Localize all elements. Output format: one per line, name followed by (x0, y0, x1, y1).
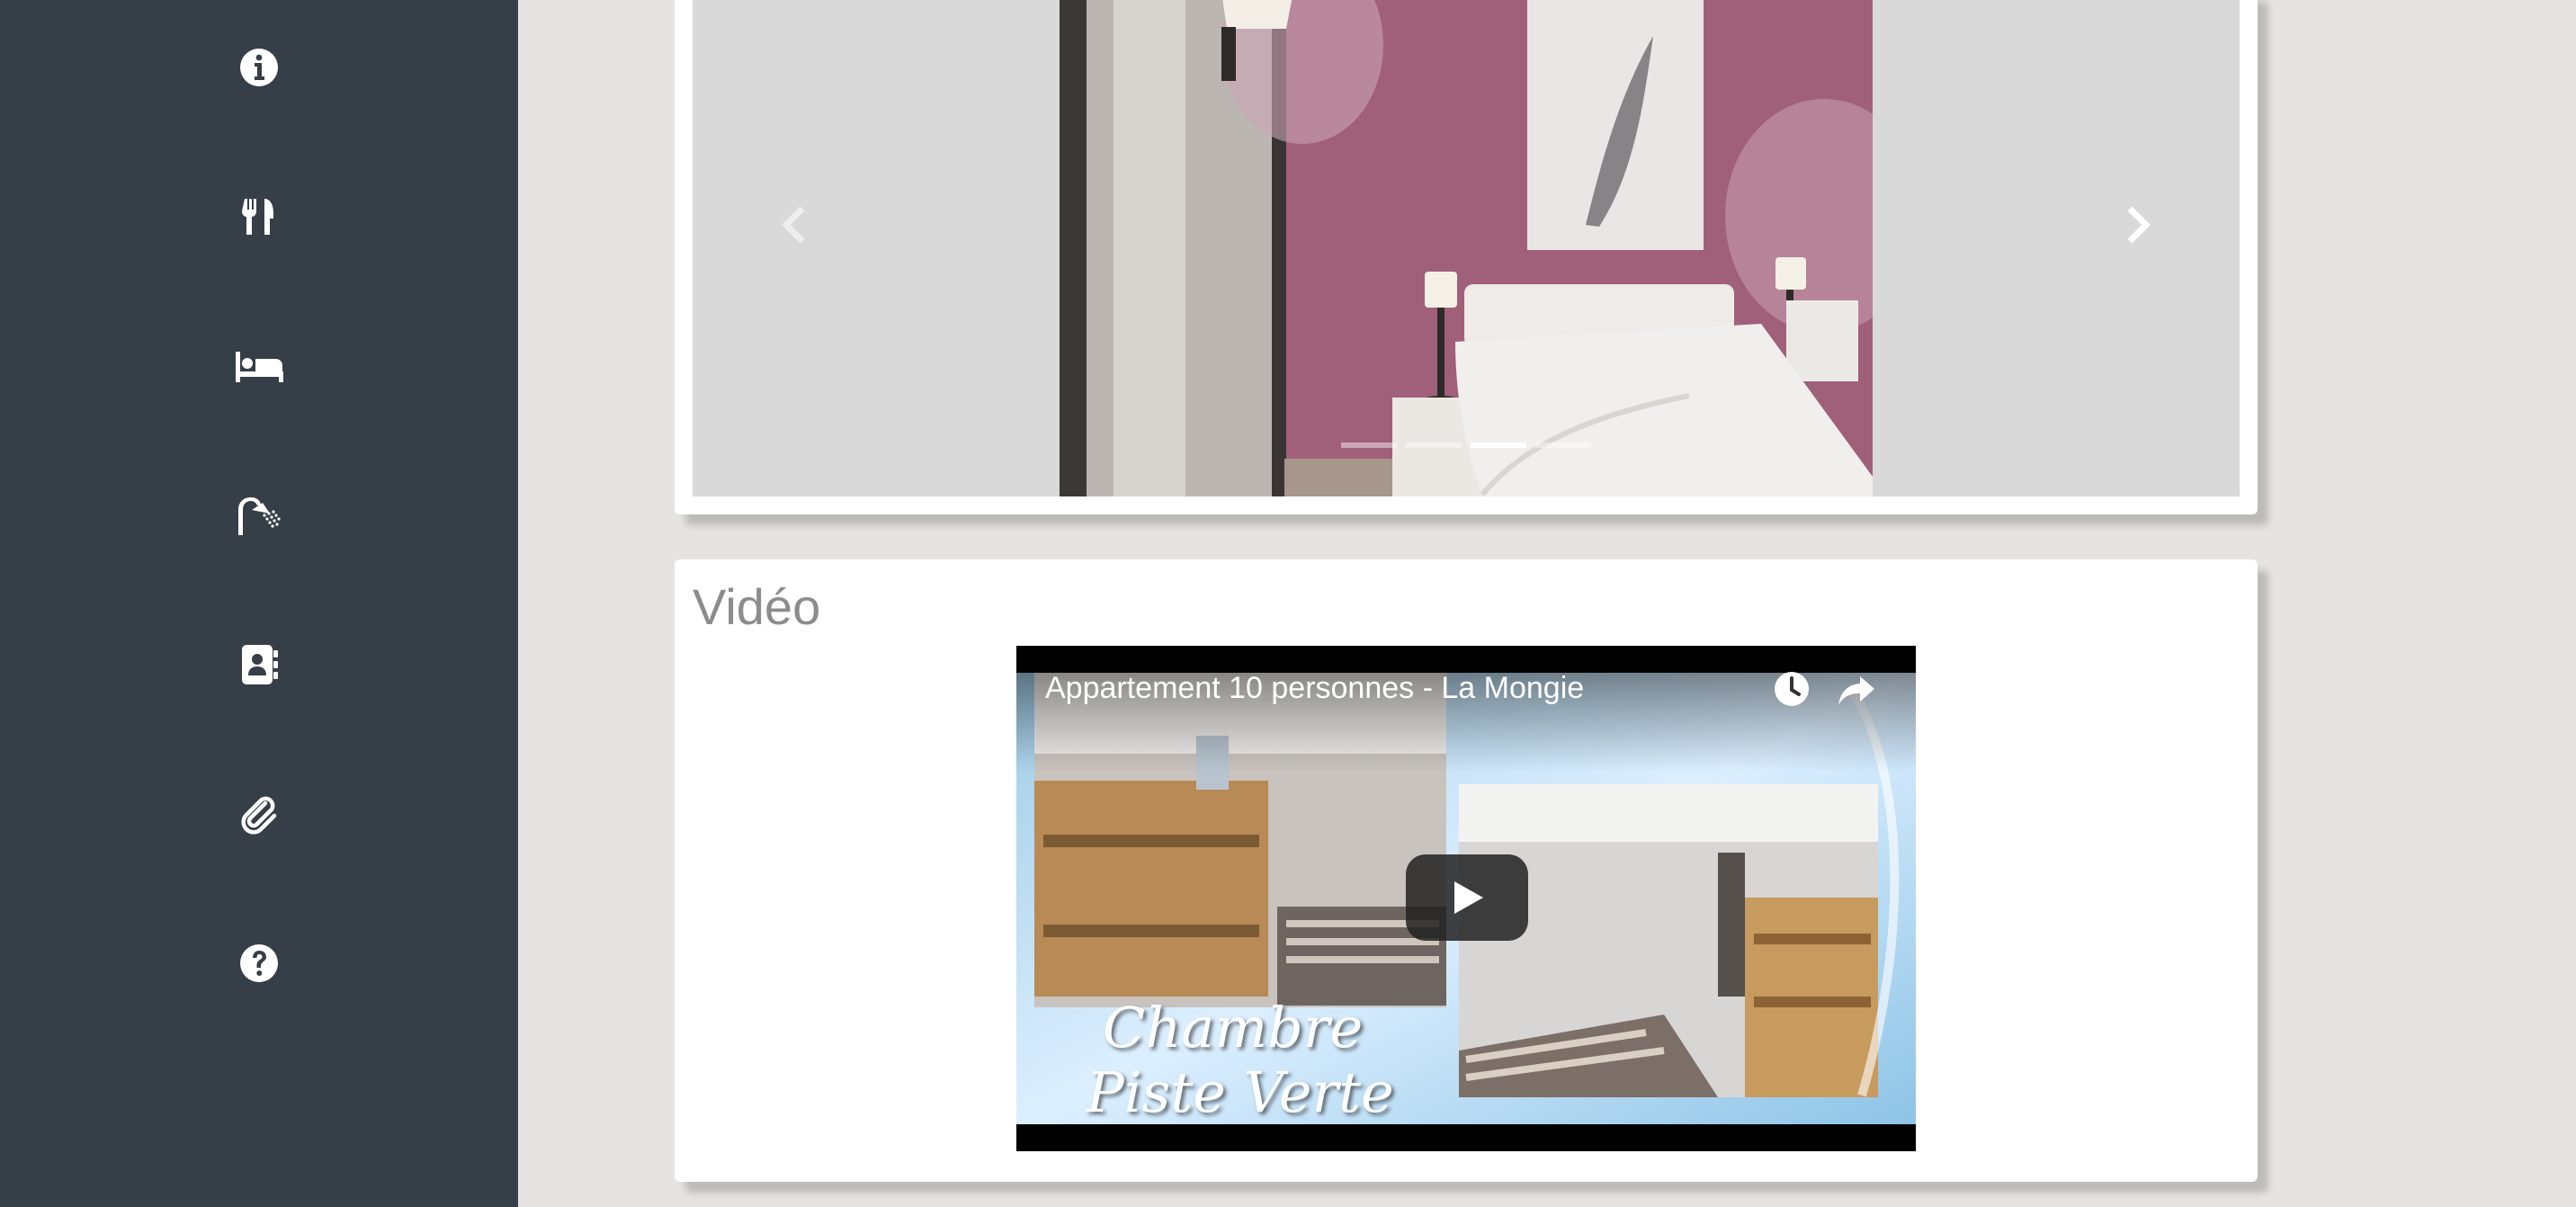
paperclip-icon (241, 796, 277, 835)
share-icon (1838, 676, 1874, 705)
video-card: Vidéo Appartement 10 personnes - La Mong… (675, 559, 2258, 1182)
bedroom-photo (1060, 0, 1873, 496)
carousel-indicator-3-active[interactable] (1471, 443, 1526, 448)
photo-carousel (693, 0, 2240, 496)
sidebar-nav (0, 0, 518, 1207)
sidebar-item-help[interactable] (0, 896, 518, 1031)
carousel-indicator-4[interactable] (1535, 443, 1591, 448)
chevron-right-icon (2127, 206, 2151, 244)
video-overlay-line2: Piste Verte (1087, 1059, 1394, 1125)
carousel-indicator-1[interactable] (1341, 443, 1397, 448)
info-icon (240, 49, 278, 86)
video-player[interactable]: Appartement 10 personnes - La Mongie Cha… (1016, 646, 1916, 1151)
video-section-title: Vidéo (693, 578, 821, 635)
sidebar-item-info[interactable] (0, 0, 518, 135)
contact-book-icon (242, 645, 278, 684)
play-button[interactable] (1406, 854, 1528, 941)
sidebar-item-contact[interactable] (0, 597, 518, 732)
carousel-prev-button[interactable] (768, 198, 822, 252)
restaurant-icon (242, 199, 273, 235)
sidebar-item-attachments[interactable] (0, 747, 518, 881)
shower-icon (238, 497, 281, 535)
video-caption[interactable]: Appartement 10 personnes - La Mongie (1045, 671, 1584, 706)
help-icon (240, 944, 278, 982)
play-icon (1454, 881, 1483, 914)
video-overlay-line1: Chambre (1103, 995, 1364, 1060)
chevron-left-icon (782, 206, 805, 244)
watch-later-button[interactable] (1770, 667, 1813, 711)
share-button[interactable] (1835, 667, 1878, 711)
bed-icon (236, 352, 283, 382)
clock-icon (1775, 672, 1809, 706)
carousel-indicators (693, 443, 2240, 448)
sidebar-item-bathroom[interactable] (0, 448, 518, 583)
sidebar-item-restaurant[interactable] (0, 149, 518, 284)
carousel-indicator-2[interactable] (1406, 443, 1462, 448)
sidebar-item-bedrooms[interactable] (0, 299, 518, 434)
carousel-next-button[interactable] (2110, 198, 2164, 252)
photo-carousel-card (675, 0, 2258, 514)
